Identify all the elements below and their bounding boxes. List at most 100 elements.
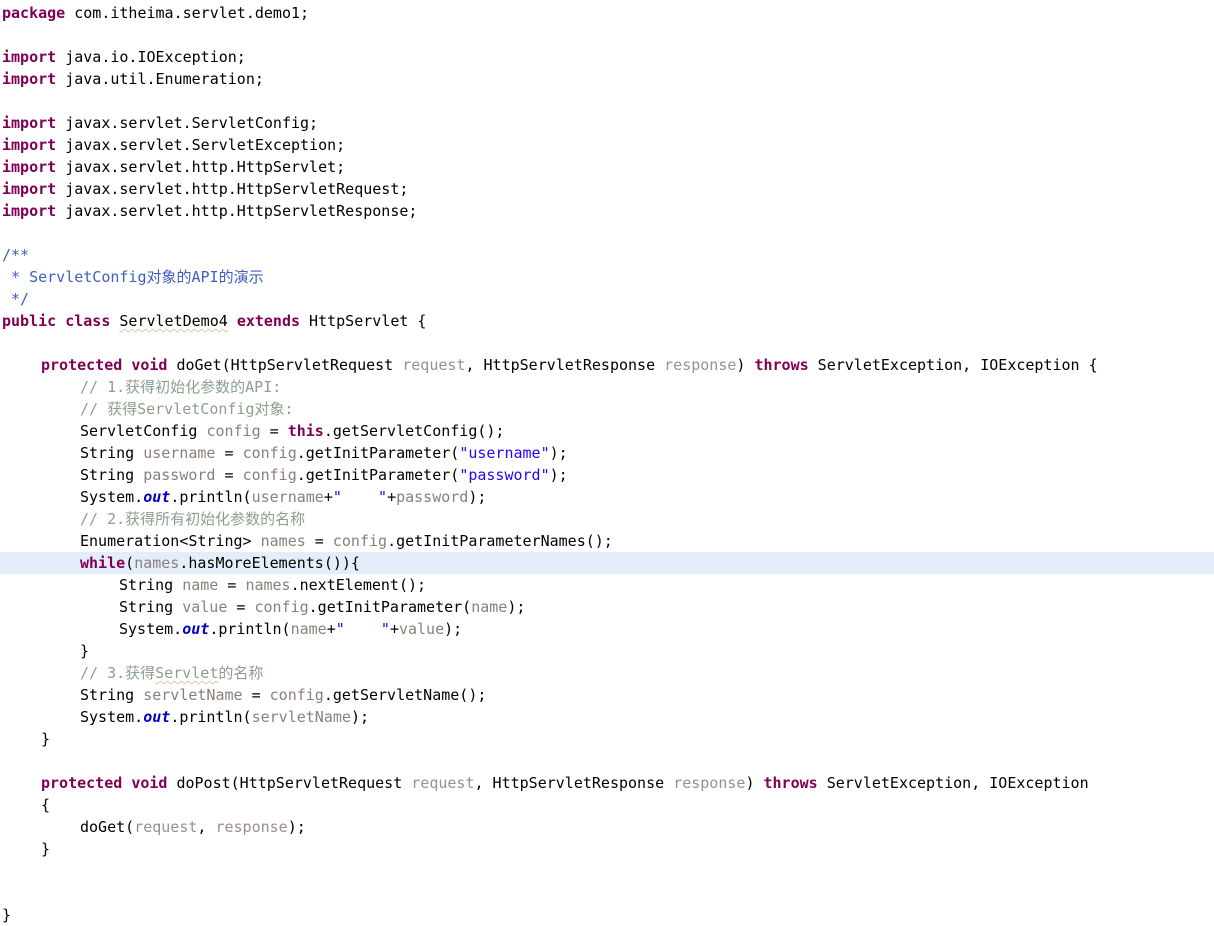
code-token-plain: .nextElement(); <box>290 576 427 594</box>
code-token-local: names <box>134 554 180 572</box>
code-line[interactable]: System.out.println(name+" "+value); <box>0 618 1214 640</box>
code-token-plain: } <box>80 642 90 660</box>
code-line[interactable]: } <box>0 838 1214 860</box>
code-token-plain: ); <box>507 598 526 616</box>
code-line[interactable]: */ <box>0 288 1214 310</box>
code-token-plain: System. <box>80 488 144 506</box>
code-token-plain: , HttpServletResponse <box>474 774 674 792</box>
code-line[interactable]: import javax.servlet.http.HttpServletRes… <box>0 200 1214 222</box>
code-token-cmt: // 3.获得 <box>80 664 156 682</box>
code-line[interactable]: String servletName = config.getServletNa… <box>0 684 1214 706</box>
code-token-plain: ); <box>549 466 568 484</box>
code-line[interactable]: System.out.println(servletName); <box>0 706 1214 728</box>
code-token-plain: { <box>41 796 51 814</box>
code-line[interactable]: import javax.servlet.ServletException; <box>0 134 1214 156</box>
code-line[interactable]: import javax.servlet.http.HttpServlet; <box>0 156 1214 178</box>
code-line[interactable]: import java.io.IOException; <box>0 46 1214 68</box>
code-token-kw: import <box>2 136 57 154</box>
code-token-doc: /** <box>2 246 30 264</box>
code-token-plain: = <box>218 576 246 594</box>
code-token-plain: .println( <box>170 488 252 506</box>
code-line[interactable]: import java.util.Enumeration; <box>0 68 1214 90</box>
code-line[interactable] <box>0 332 1214 354</box>
code-token-plain: String <box>80 466 144 484</box>
code-token-param: request <box>411 774 475 792</box>
code-token-plain: String <box>80 444 144 462</box>
code-line[interactable]: // 2.获得所有初始化参数的名称 <box>0 508 1214 530</box>
code-line[interactable]: public class ServletDemo4 extends HttpSe… <box>0 310 1214 332</box>
code-editor-area[interactable]: package com.itheima.servlet.demo1; impor… <box>0 0 1214 924</box>
code-token-doc: */ <box>2 290 30 308</box>
code-token-plain: doPost(HttpServletRequest <box>167 774 412 792</box>
code-token-plain: ); <box>468 488 487 506</box>
code-line[interactable] <box>0 750 1214 772</box>
code-token-plain: = <box>242 686 270 704</box>
code-line[interactable] <box>0 860 1214 882</box>
code-line[interactable] <box>0 882 1214 904</box>
code-line[interactable]: import javax.servlet.http.HttpServletReq… <box>0 178 1214 200</box>
code-line[interactable]: package com.itheima.servlet.demo1; <box>0 2 1214 24</box>
code-token-plain: javax.servlet.http.HttpServletResponse; <box>56 202 418 220</box>
code-token-str: "password" <box>459 466 550 484</box>
code-line[interactable]: String password = config.getInitParamete… <box>0 464 1214 486</box>
code-line[interactable] <box>0 222 1214 244</box>
code-token-param: response <box>215 818 288 836</box>
code-token-plain: } <box>41 840 51 858</box>
code-line[interactable]: doGet(request, response); <box>0 816 1214 838</box>
code-token-local: value <box>182 598 228 616</box>
code-line[interactable] <box>0 90 1214 112</box>
code-line[interactable]: ServletConfig config = this.getServletCo… <box>0 420 1214 442</box>
code-token-plain: doGet( <box>80 818 135 836</box>
code-token-plain: javax.servlet.http.HttpServlet; <box>56 158 346 176</box>
code-line[interactable]: // 3.获得Servlet的名称 <box>0 662 1214 684</box>
code-line[interactable]: } <box>0 728 1214 750</box>
code-token-plain: , HttpServletResponse <box>465 356 665 374</box>
code-token-plain: java.util.Enumeration; <box>56 70 264 88</box>
code-token-plain: String <box>119 598 183 616</box>
code-token-plain: ) <box>736 356 755 374</box>
code-token-plain: = <box>215 466 243 484</box>
code-line[interactable]: protected void doGet(HttpServletRequest … <box>0 354 1214 376</box>
code-token-plain: javax.servlet.http.HttpServletRequest; <box>56 180 409 198</box>
code-token-plain: ); <box>444 620 463 638</box>
code-token-local: name <box>182 576 219 594</box>
code-token-plain: javax.servlet.ServletConfig; <box>56 114 319 132</box>
code-token-kw: throws <box>754 356 809 374</box>
code-token-plain: = <box>227 598 255 616</box>
code-token-plain: doGet(HttpServletRequest <box>167 356 403 374</box>
code-line[interactable]: * ServletConfig对象的API的演示 <box>0 266 1214 288</box>
code-token-plain: .getInitParameter( <box>296 466 460 484</box>
code-token-kw: import <box>2 70 57 88</box>
code-line[interactable]: import javax.servlet.ServletConfig; <box>0 112 1214 134</box>
code-token-local: config <box>242 444 297 462</box>
code-line[interactable]: String username = config.getInitParamete… <box>0 442 1214 464</box>
code-line[interactable]: /** <box>0 244 1214 266</box>
code-line[interactable]: // 获得ServletConfig对象: <box>0 398 1214 420</box>
code-token-param: response <box>673 774 746 792</box>
code-token-local: username <box>251 488 324 506</box>
code-line[interactable]: Enumeration<String> names = config.getIn… <box>0 530 1214 552</box>
code-token-plain: .getServletName(); <box>323 686 487 704</box>
code-token-local: username <box>143 444 216 462</box>
code-token-plain: System. <box>119 620 183 638</box>
code-token-plain: + <box>323 488 333 506</box>
code-line[interactable]: String name = names.nextElement(); <box>0 574 1214 596</box>
code-token-plain: .println( <box>209 620 291 638</box>
code-token-local: config <box>332 532 388 550</box>
code-line[interactable]: } <box>0 640 1214 662</box>
code-line[interactable]: String value = config.getInitParameter(n… <box>0 596 1214 618</box>
code-token-plain: javax.servlet.ServletException; <box>56 136 346 154</box>
code-token-plain: com.itheima.servlet.demo1; <box>65 4 310 22</box>
code-line[interactable]: System.out.println(username+" "+password… <box>0 486 1214 508</box>
code-line[interactable]: { <box>0 794 1214 816</box>
code-line[interactable] <box>0 24 1214 46</box>
code-line[interactable]: protected void doPost(HttpServletRequest… <box>0 772 1214 794</box>
code-line[interactable]: while(names.hasMoreElements()){ <box>0 552 1214 574</box>
code-token-plain: .hasMoreElements()){ <box>179 554 360 572</box>
code-line[interactable]: // 1.获得初始化参数的API: <box>0 376 1214 398</box>
code-token-cmt: // 获得ServletConfig对象: <box>80 400 294 418</box>
code-token-plain: ); <box>350 708 369 726</box>
code-token-kw: extends <box>236 312 301 330</box>
code-token-field: out <box>143 488 171 506</box>
